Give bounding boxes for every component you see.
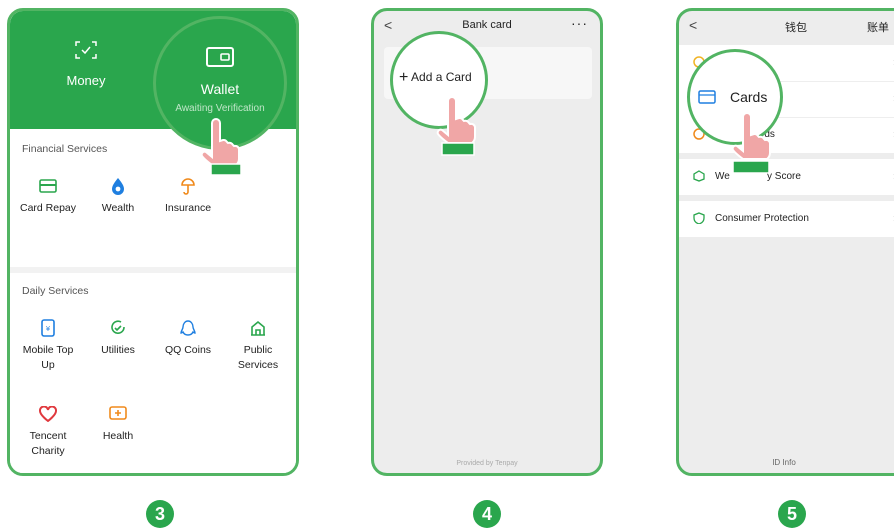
bank-card-nav: < Bank card ··· (374, 11, 600, 39)
insurance-label: Insurance (164, 202, 212, 214)
card-icon (39, 177, 57, 195)
card-icon (698, 90, 716, 109)
shield-icon (693, 212, 705, 225)
card-repay-label: Card Repay (19, 202, 77, 214)
wallet-list: We y Score › (679, 159, 894, 195)
add-card-label: Add a Card (411, 70, 472, 84)
plus-icon: + (399, 69, 409, 86)
money-button[interactable]: Money (46, 41, 126, 88)
wallet-nav: < 钱包 账单 (679, 11, 894, 39)
utilities-icon (109, 319, 127, 337)
wallet-status: Awaiting Verification (175, 103, 265, 114)
qq-coins-button[interactable]: QQ Coins (156, 319, 220, 358)
provider-footer: Provided by Tenpay (456, 460, 518, 467)
health-icon (109, 405, 127, 423)
daily-services-section: Daily Services ¥ Mobile Top Up Utilities… (10, 273, 296, 473)
public-services-label: Public Services (237, 344, 279, 371)
wealth-icon (109, 177, 127, 195)
step-number: 5 (778, 500, 806, 528)
wallet-icon (206, 47, 234, 72)
money-label: Money (66, 73, 106, 88)
qq-icon (179, 319, 197, 337)
svg-text:¥: ¥ (46, 325, 51, 333)
step-number: 4 (473, 500, 501, 528)
utilities-button[interactable]: Utilities (86, 319, 150, 358)
score-icon (693, 170, 705, 182)
page-title: 钱包 (785, 22, 807, 34)
mobile-top-up-label: Mobile Top Up (22, 344, 74, 371)
bill-button[interactable]: 账单 (867, 19, 889, 35)
card-repay-button[interactable]: Card Repay (16, 177, 80, 216)
more-menu-button[interactable]: ··· (571, 15, 588, 31)
daily-services-title: Daily Services (22, 285, 89, 297)
wechat-pay-score-item[interactable]: We y Score › (679, 159, 894, 195)
public-services-icon (249, 319, 267, 337)
public-services-button[interactable]: Public Services (226, 319, 290, 373)
score-label-start: We (715, 171, 730, 182)
id-info-link[interactable]: ID Info (679, 458, 889, 467)
cards-button[interactable]: Cards (730, 89, 767, 105)
scan-money-icon (75, 41, 97, 59)
phone-screen-wechat-pay: Money Financial Services Card Repay Weal… (7, 8, 299, 476)
consumer-protection-label: Consumer Protection (715, 213, 809, 224)
charity-icon (39, 405, 57, 423)
wealth-button[interactable]: Wealth (86, 177, 150, 216)
tap-hand-icon (200, 118, 242, 176)
utilities-label: Utilities (101, 344, 135, 356)
phone-screen-wallet: < 钱包 账单 › › rds › We y Score (676, 8, 894, 476)
phone-icon: ¥ (39, 319, 57, 337)
step-number: 3 (146, 500, 174, 528)
phone-screen-bank-card: < Bank card ··· + Add a Card Provided by… (371, 8, 603, 476)
tap-hand-icon (731, 112, 771, 174)
health-button[interactable]: Health (86, 405, 150, 444)
tutorial-stage: Money Financial Services Card Repay Weal… (0, 0, 894, 532)
wallet-button[interactable]: Wallet (156, 81, 284, 97)
add-card-button[interactable]: + Add a Card (399, 68, 472, 86)
financial-services-section: Financial Services Card Repay Wealth Ins… (10, 129, 296, 267)
health-label: Health (102, 430, 134, 442)
insurance-button[interactable]: Insurance (156, 177, 220, 216)
mobile-top-up-button[interactable]: ¥ Mobile Top Up (16, 319, 80, 373)
qq-coins-label: QQ Coins (164, 344, 212, 356)
page-title: Bank card (462, 19, 512, 31)
tap-hand-icon (436, 96, 476, 156)
financial-services-title: Financial Services (22, 143, 108, 155)
wallet-list: Consumer Protection › (679, 201, 894, 237)
tencent-charity-label: Tencent Charity (29, 430, 67, 457)
consumer-protection-item[interactable]: Consumer Protection › (679, 201, 894, 237)
tencent-charity-button[interactable]: Tencent Charity (16, 405, 80, 459)
wealth-label: Wealth (101, 202, 135, 214)
insurance-icon (179, 177, 197, 195)
